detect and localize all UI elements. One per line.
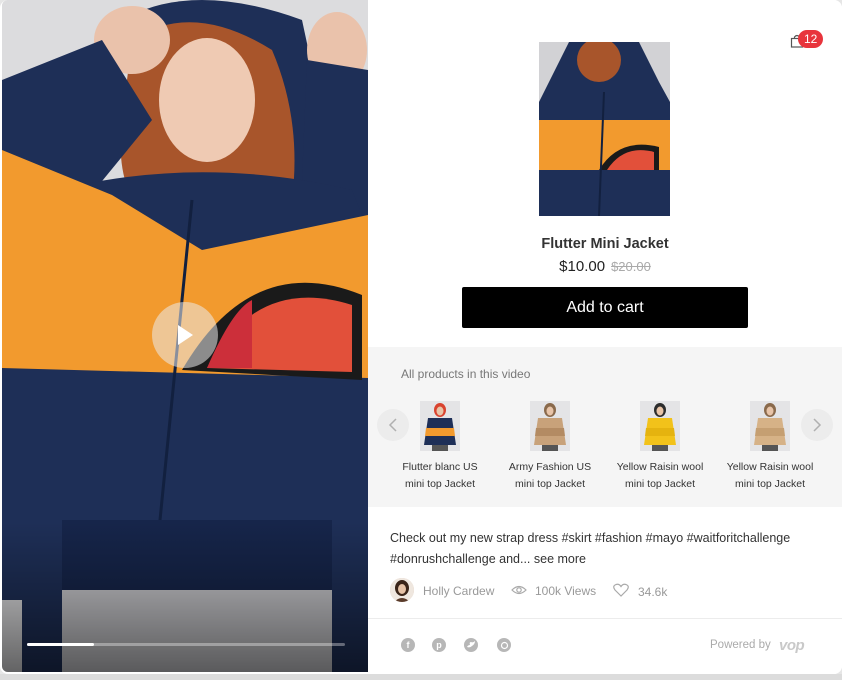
product-price: $10.00 xyxy=(559,258,606,275)
all-products-section: All products in this video Flutter blanc… xyxy=(368,347,842,507)
thumbnail-label-line1: Yellow Raisin wool xyxy=(726,461,814,473)
video-player[interactable] xyxy=(2,0,368,672)
facebook-icon[interactable]: f xyxy=(401,638,415,652)
thumbnail-photo xyxy=(420,401,460,451)
view-count: 100k Views xyxy=(535,584,597,598)
add-to-cart-button[interactable]: Add to cart xyxy=(462,287,748,328)
author-name[interactable]: Holly Cardew xyxy=(423,584,494,598)
thumbnail-label-line1: Army Fashion US xyxy=(508,461,592,473)
all-products-title: All products in this video xyxy=(401,367,531,381)
thumbnail-label-line2: mini top Jacket xyxy=(404,478,476,490)
author-avatar[interactable] xyxy=(390,578,414,602)
see-more-link[interactable]: see more xyxy=(534,552,586,566)
price-row: $10.00 $20.00 xyxy=(368,258,842,275)
thumbnail-image xyxy=(530,401,570,451)
eye-icon xyxy=(511,585,527,595)
footer-divider xyxy=(368,618,842,619)
powered-by-label: Powered by xyxy=(710,639,771,651)
product-old-price: $20.00 xyxy=(611,259,651,274)
thumbnail-image xyxy=(640,401,680,451)
brand-logo[interactable]: vop xyxy=(779,637,805,654)
thumbnail-image xyxy=(750,401,790,451)
thumbnail-label-line2: mini top Jacket xyxy=(514,478,586,490)
cart-button[interactable]: 12 xyxy=(790,30,826,52)
product-title: Flutter Mini Jacket xyxy=(541,236,669,252)
thumbnail-label: Yellow Raisin wool mini top Jacket xyxy=(720,459,820,493)
thumbnail-label-line1: Flutter blanc US xyxy=(402,461,478,473)
twitter-bird-glyph xyxy=(466,641,475,648)
heart-icon[interactable] xyxy=(613,583,629,597)
video-shop-widget: 12 Flutter Mini Jacket $10.00 $20.00 Add … xyxy=(0,0,842,674)
avatar-photo xyxy=(390,578,414,602)
thumbnail-label-line1: Yellow Raisin wool xyxy=(616,461,704,473)
pinterest-icon[interactable]: p xyxy=(432,638,446,652)
video-progress-bar[interactable] xyxy=(27,643,345,646)
play-button[interactable] xyxy=(152,302,218,368)
caption-text: Check out my new strap dress #skirt #fas… xyxy=(390,531,791,566)
twitter-icon[interactable] xyxy=(464,638,478,652)
thumbnail-label: Flutter blanc US mini top Jacket xyxy=(390,459,490,493)
product-thumbnail[interactable]: Yellow Raisin wool mini top Jacket xyxy=(610,401,710,493)
cart-count-badge: 12 xyxy=(798,30,824,48)
video-progress-fill xyxy=(27,643,94,646)
thumbnail-photo xyxy=(530,401,570,451)
thumbnail-label: Army Fashion US mini top Jacket xyxy=(500,459,600,493)
video-meta: Holly Cardew 100k Views 34.6k xyxy=(390,578,830,604)
thumbnail-image xyxy=(420,401,460,451)
video-bottom-gradient xyxy=(2,522,368,672)
bottom-strip xyxy=(0,674,842,680)
product-thumbnail[interactable]: Army Fashion US mini top Jacket xyxy=(500,401,600,493)
play-icon xyxy=(178,325,193,345)
link-glyph xyxy=(500,641,508,649)
like-count: 34.6k xyxy=(638,585,668,599)
video-caption: Check out my new strap dress #skirt #fas… xyxy=(390,528,810,570)
thumbnail-photo xyxy=(750,401,790,451)
product-thumbnail[interactable]: Yellow Raisin wool mini top Jacket xyxy=(720,401,820,493)
thumbnail-label: Yellow Raisin wool mini top Jacket xyxy=(610,459,710,493)
thumbnail-photo xyxy=(640,401,680,451)
link-icon[interactable] xyxy=(497,638,511,652)
product-thumbnail[interactable]: Flutter blanc US mini top Jacket xyxy=(390,401,490,493)
thumbnail-label-line2: mini top Jacket xyxy=(734,478,806,490)
product-image[interactable] xyxy=(539,42,670,216)
product-panel: 12 Flutter Mini Jacket $10.00 $20.00 Add … xyxy=(368,0,842,674)
thumbnail-label-line2: mini top Jacket xyxy=(624,478,696,490)
product-photo xyxy=(539,42,670,216)
